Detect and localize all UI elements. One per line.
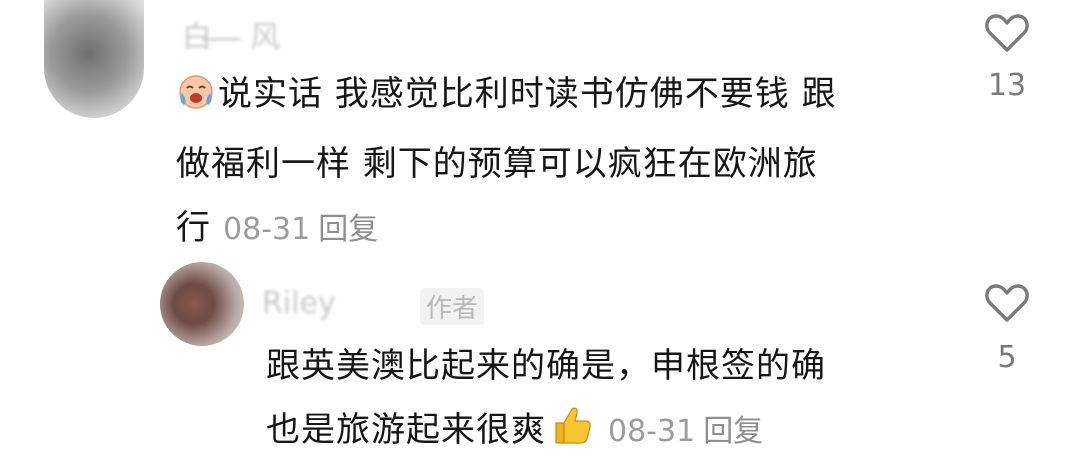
comment-text: 跟英美澳比起来的确是，申根签的确 也是旅游起来很爽 08-31 回复 [266,334,916,468]
comment-date: 08-31 [223,212,311,247]
crying-laughing-face-icon [176,68,216,132]
like-button[interactable]: 13 [972,12,1042,103]
comment-text-line: 也是旅游起来很爽 [266,410,546,450]
reply-item: Riley 作者 跟英美澳比起来的确是，申根签的确 也是旅游起来很爽 08-31… [0,250,1080,471]
comment-text-line: 行 [176,208,211,248]
comment-item: 白 ̶ ̶ ̶ 风 说实话 我感觉比利时读书仿佛不要钱 跟 做福利一样 剩下的预… [0,0,1080,250]
comment-date: 08-31 [608,414,696,449]
comment-text-line: 跟英美澳比起来的确是，申根签的确 [266,346,826,386]
like-count: 5 [997,340,1017,375]
heart-icon[interactable] [984,282,1030,324]
reply-button[interactable]: 回复 [703,414,763,449]
comment-text: 说实话 我感觉比利时读书仿佛不要钱 跟 做福利一样 剩下的预算可以疯狂在欧洲旅 … [176,62,946,262]
heart-icon[interactable] [984,12,1030,54]
like-button[interactable]: 5 [972,282,1042,375]
like-count: 13 [987,68,1027,103]
thumbs-up-icon [550,403,594,468]
comment-text-line: 做福利一样 剩下的预算可以疯狂在欧洲旅 [176,144,818,184]
avatar[interactable] [160,262,244,346]
avatar[interactable] [44,0,144,118]
username[interactable]: 白 ̶ ̶ ̶ 风 [182,12,280,56]
reply-button[interactable]: 回复 [318,212,378,247]
username[interactable]: Riley [262,286,336,321]
author-badge: 作者 [420,288,485,325]
comment-text-line: 说实话 我感觉比利时读书仿佛不要钱 跟 [218,74,837,114]
